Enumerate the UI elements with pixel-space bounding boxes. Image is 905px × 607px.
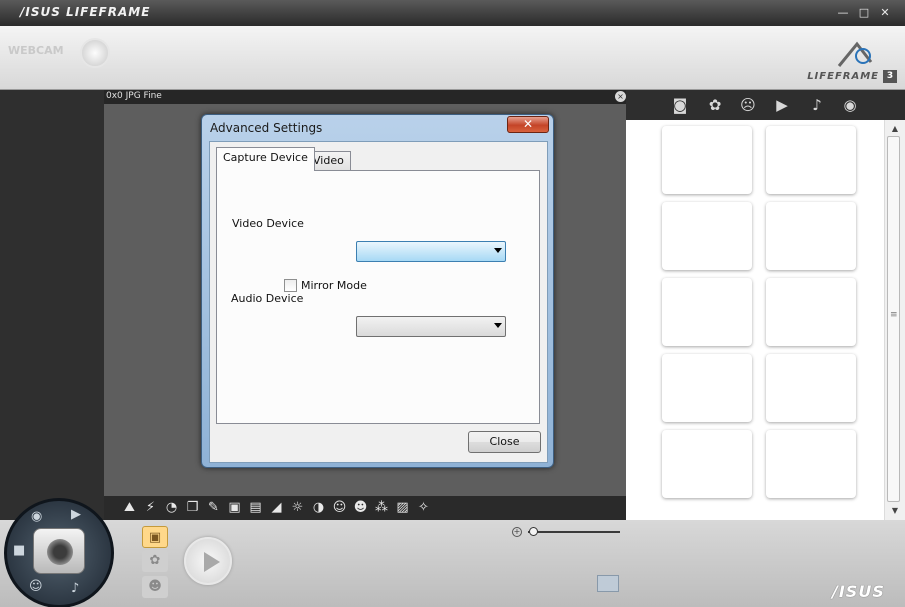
close-window-button[interactable]: ✕ <box>878 6 892 20</box>
wrench-icon[interactable]: ✧ <box>415 499 432 516</box>
play-button[interactable] <box>184 537 232 585</box>
advanced-settings-dialog: Advanced Settings ✕ Capture Device Video… <box>201 114 554 468</box>
frame-2-icon[interactable]: ▤ <box>247 499 264 516</box>
gallery-thumbnail[interactable] <box>766 126 856 194</box>
microphone-icon[interactable]: ♪ <box>806 95 828 115</box>
multi-shot-icon[interactable]: ❐ <box>184 499 201 516</box>
app-header: WEBCAM LIFEFRAME 3 <box>0 26 905 90</box>
face-icon[interactable]: ☻ <box>352 499 369 516</box>
video-device-select[interactable] <box>356 241 506 262</box>
play-icon <box>204 552 220 572</box>
chevron-down-icon <box>494 248 502 253</box>
play-mode-icon[interactable]: ▶ <box>71 507 81 522</box>
camera-icon[interactable]: ◙ <box>669 95 691 115</box>
left-side-panel <box>0 90 104 520</box>
ruler-icon[interactable]: ✎ <box>205 499 222 516</box>
timer-icon[interactable]: ◔ <box>163 499 180 516</box>
contrast-wedge-icon[interactable]: ◢ <box>268 499 285 516</box>
lifeframe-window: /ISUS LIFEFRAME — □ ✕ WEBCAM LIFEFRAME 3… <box>0 0 905 607</box>
audio-device-label: Audio Device <box>231 292 304 305</box>
gallery-thumbnail[interactable] <box>662 354 752 422</box>
gallery-thumbnail[interactable] <box>766 202 856 270</box>
preview-close-icon[interactable]: × <box>615 91 626 102</box>
gallery-scrollbar[interactable]: ▲ ≡ ▼ <box>884 120 905 520</box>
capture-device-panel: Video Device Mirror Mode Audio Device <box>216 170 540 424</box>
video-mode-icon[interactable]: ■ <box>13 543 25 558</box>
gallery-thumbnail[interactable] <box>766 354 856 422</box>
preview-info-bar: 0x0 JPG Fine × <box>104 90 626 104</box>
chevron-down-icon <box>494 323 502 328</box>
dialog-body: Capture Device Video Video Device Mirror… <box>209 141 548 463</box>
gallery-tabs: ◙ ✿ ☹ ▶ ♪ ◉ <box>626 90 905 120</box>
eye-mode-icon[interactable]: ◉ <box>31 509 42 524</box>
scroll-grip-icon: ≡ <box>890 310 898 320</box>
scroll-up-arrow-icon[interactable]: ▲ <box>887 122 903 136</box>
video-camera-icon[interactable]: ▶ <box>771 95 793 115</box>
zoom-slider-track[interactable] <box>528 531 620 533</box>
half-circle-icon[interactable]: ◑ <box>310 499 327 516</box>
brightness-icon[interactable]: ☼ <box>289 499 306 516</box>
capture-format-label: 0x0 JPG Fine <box>106 91 162 101</box>
close-button[interactable]: Close <box>468 431 541 453</box>
capture-camera-button[interactable] <box>33 528 85 574</box>
camera-lens-icon <box>47 539 73 565</box>
color-blend-icon[interactable]: ⁂ <box>373 499 390 516</box>
lifeframe-logo-icon <box>837 41 873 67</box>
asus-logo: /ISUS <box>832 582 885 601</box>
webcam-badge: WEBCAM <box>8 44 64 57</box>
face-mode-wheel-icon[interactable]: ☺ <box>29 579 43 594</box>
app-title: /ISUS LIFEFRAME <box>20 5 151 19</box>
bottom-control-bar: /ISUS <box>0 520 905 607</box>
gallery-thumbnail[interactable] <box>766 430 856 498</box>
lifeframe-version-badge: 3 <box>883 70 897 83</box>
zoom-slider-knob[interactable] <box>528 527 538 536</box>
scroll-down-arrow-icon[interactable]: ▼ <box>887 504 903 518</box>
mirror-mode-checkbox[interactable] <box>284 279 297 292</box>
gallery-thumbnail[interactable] <box>662 278 752 346</box>
dialog-title: Advanced Settings <box>210 121 323 135</box>
frame-1-icon[interactable]: ▣ <box>226 499 243 516</box>
lifeframe-logo-text: LIFEFRAME <box>807 71 879 82</box>
photo-adjust-icon[interactable]: ▨ <box>394 499 411 516</box>
photo-mode-button[interactable]: ▣ <box>142 526 168 548</box>
mirror-mode-label: Mirror Mode <box>301 279 367 292</box>
effects-mode-button[interactable]: ✿ <box>142 550 168 572</box>
gallery-thumbnail[interactable] <box>766 278 856 346</box>
microphone-mode-icon[interactable]: ♪ <box>71 581 79 596</box>
tab-capture-device[interactable]: Capture Device <box>216 147 315 171</box>
video-device-label: Video Device <box>232 217 304 230</box>
person-scene-icon[interactable]: ⛰ <box>121 499 138 516</box>
effects-toolbar: ⛰ ⚡ ◔ ❐ ✎ ▣ ▤ ◢ ☼ ◑ ☺ ☻ ⁂ ▨ ✧ <box>104 496 626 520</box>
face-mode-button[interactable]: ☻ <box>142 576 168 598</box>
face-profile-icon[interactable]: ☹ <box>737 95 759 115</box>
gallery-panel <box>626 120 886 520</box>
dialog-close-button[interactable]: ✕ <box>507 116 549 133</box>
face-frame-icon[interactable]: ☺ <box>331 499 348 516</box>
scroll-thumb[interactable]: ≡ <box>887 136 900 502</box>
gallery-thumbnail[interactable] <box>662 126 752 194</box>
zoom-in-icon[interactable]: + <box>512 527 522 537</box>
title-bar: /ISUS LIFEFRAME — □ ✕ <box>0 0 905 26</box>
flash-icon[interactable]: ⚡ <box>142 499 159 516</box>
minimize-button[interactable]: — <box>836 6 850 20</box>
audio-device-select[interactable] <box>356 316 506 337</box>
webcam-lens-icon <box>80 38 110 68</box>
capture-thumbnail[interactable] <box>597 575 619 592</box>
flower-icon[interactable]: ✿ <box>704 95 726 115</box>
gallery-thumbnail[interactable] <box>662 430 752 498</box>
maximize-button[interactable]: □ <box>857 6 871 20</box>
gallery-thumbnail[interactable] <box>662 202 752 270</box>
eye-icon[interactable]: ◉ <box>839 95 861 115</box>
